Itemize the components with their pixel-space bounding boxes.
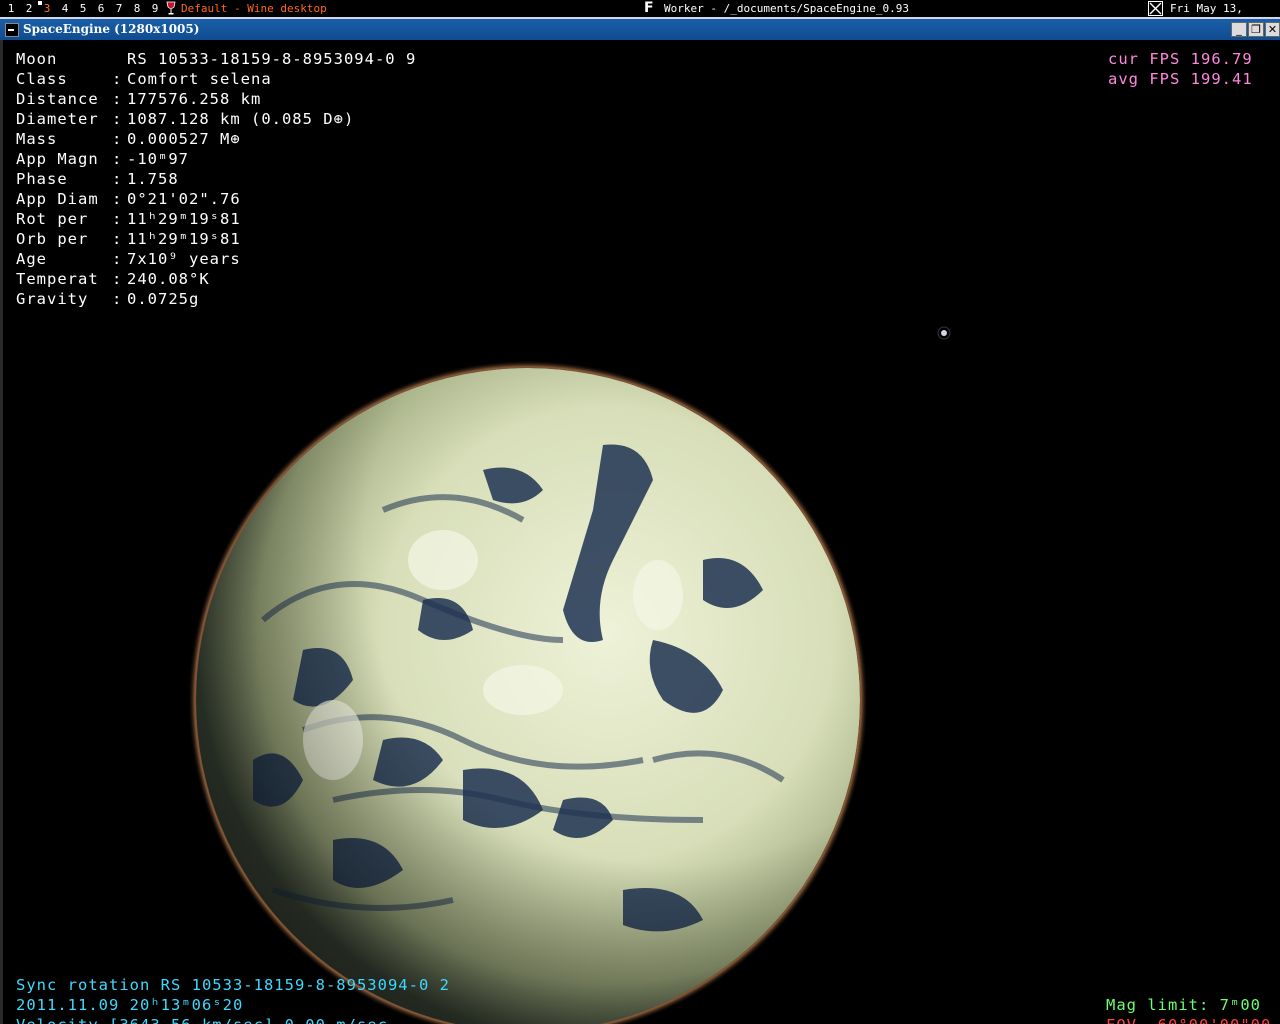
info-label: Class — [16, 70, 68, 88]
app-menu-icon[interactable] — [5, 23, 19, 37]
info-separator: : — [112, 230, 123, 248]
info-value: Comfort selena — [127, 70, 272, 88]
info-separator: : — [112, 190, 123, 208]
worker-task[interactable]: Worker - /_documents/SpaceEngine_0.93 — [664, 0, 909, 17]
info-separator: : — [112, 150, 123, 168]
info-row: Diameter:1087.128 km (0.085 D⊕) — [16, 109, 416, 129]
info-label: Moon — [16, 50, 58, 68]
info-separator: : — [112, 270, 123, 288]
view-settings-panel: Mag limit: 7ᵐ00 FOV 60°00'00"00 — [1106, 995, 1271, 1024]
workspace-7[interactable]: 7 — [110, 0, 128, 17]
wine-glass-icon[interactable] — [166, 1, 176, 16]
minimize-button[interactable]: _ — [1231, 22, 1247, 37]
velocity-readout: Velocity [3643.56 km/sec] 0.00 m/sec — [16, 1015, 450, 1024]
info-row: Distance:177576.258 km — [16, 89, 416, 109]
info-value: 0.000527 M⊕ — [127, 130, 241, 148]
info-label: Mass — [16, 130, 58, 148]
info-separator: : — [112, 250, 123, 268]
current-fps: cur FPS 196.79 — [1108, 50, 1253, 68]
close-button[interactable]: ✕ — [1265, 22, 1280, 37]
workspace-3[interactable]: 3 — [38, 0, 56, 17]
info-value: 11ʰ29ᵐ19ˢ81 — [127, 210, 241, 228]
info-value: 11ʰ29ᵐ19ˢ81 — [127, 230, 241, 248]
info-value: 0°21'02".76 — [127, 190, 241, 208]
info-label: Temperat — [16, 270, 99, 288]
moon-body[interactable] — [196, 368, 860, 1024]
info-value: 0.0725g — [127, 290, 200, 308]
info-label: App Diam — [16, 190, 99, 208]
info-label: Orb per — [16, 230, 89, 248]
object-info-panel: Moon RS 10533-18159-8-8953094-0 9 Class: Co… — [16, 49, 416, 309]
workspace-5[interactable]: 5 — [74, 0, 92, 17]
info-label: Age — [16, 250, 47, 268]
workspace-2[interactable]: 2 — [20, 0, 38, 17]
info-separator: : — [112, 110, 123, 128]
space-viewport[interactable]: Moon RS 10533-18159-8-8953094-0 9 Class: Co… — [0, 40, 1280, 1024]
workspace-9[interactable]: 9 — [146, 0, 164, 17]
info-label: Phase — [16, 170, 68, 188]
distant-star[interactable] — [941, 330, 947, 336]
info-value: 7x10⁹ years — [127, 250, 241, 268]
info-row: Age:7x10⁹ years — [16, 249, 416, 269]
info-separator: : — [112, 290, 123, 308]
workspace-6[interactable]: 6 — [92, 0, 110, 17]
info-row: Orb per:11ʰ29ᵐ19ˢ81 — [16, 229, 416, 249]
taskbar: 123456789 Default - Wine desktop F Worke… — [0, 0, 1280, 32]
sync-rotation-status: Sync rotation RS 10533-18159-8-8953094-0… — [16, 976, 450, 994]
window-title: SpaceEngine (1280x1005) — [23, 22, 200, 36]
info-label: Distance — [16, 90, 99, 108]
info-separator: : — [112, 70, 123, 88]
field-of-view: FOV 60°00'00"00 — [1106, 1015, 1271, 1024]
info-value: RS 10533-18159-8-8953094-0 9 — [127, 50, 417, 68]
info-row: Gravity:0.0725g — [16, 289, 416, 309]
status-panel: Sync rotation RS 10533-18159-8-8953094-0… — [16, 975, 450, 1024]
workspace-1[interactable]: 1 — [2, 0, 20, 17]
info-row: Phase:1.758 — [16, 169, 416, 189]
info-row: App Magn: -10ᵐ97 — [16, 149, 416, 169]
f-icon[interactable]: F — [644, 1, 658, 15]
simulation-datetime: 2011.11.09 20ʰ13ᵐ06ˢ20 — [16, 996, 244, 1014]
magnitude-limit: Mag limit: 7ᵐ00 — [1106, 996, 1261, 1014]
info-value: 1087.128 km (0.085 D⊕) — [127, 110, 355, 128]
workspace-switcher: 123456789 — [2, 0, 164, 17]
info-row: Temperat:240.08°K — [16, 269, 416, 289]
info-label: Gravity — [16, 290, 89, 308]
info-label: Rot per — [16, 210, 89, 228]
workspace-4[interactable]: 4 — [56, 0, 74, 17]
wine-desktop-task[interactable]: Default - Wine desktop — [181, 0, 327, 17]
fps-counter: cur FPS 196.79 avg FPS 199.41 — [1108, 49, 1253, 89]
info-row: App Diam:0°21'02".76 — [16, 189, 416, 209]
info-row: Moon RS 10533-18159-8-8953094-0 9 — [16, 49, 416, 69]
info-label: Diameter — [16, 110, 99, 128]
average-fps: avg FPS 199.41 — [1108, 70, 1253, 88]
info-separator: : — [112, 90, 123, 108]
info-row: Class: Comfort selena — [16, 69, 416, 89]
info-row: Mass:0.000527 M⊕ — [16, 129, 416, 149]
info-value: -10ᵐ97 — [127, 150, 189, 168]
info-separator: : — [112, 210, 123, 228]
info-value: 177576.258 km — [127, 90, 262, 108]
info-label: App Magn — [16, 150, 99, 168]
window-titlebar[interactable]: SpaceEngine (1280x1005) _ ❐ ✕ — [0, 17, 1280, 40]
workspace-8[interactable]: 8 — [128, 0, 146, 17]
maximize-button[interactable]: ❐ — [1248, 22, 1264, 37]
info-separator: : — [112, 170, 123, 188]
info-row: Rot per:11ʰ29ᵐ19ˢ81 — [16, 209, 416, 229]
info-separator: : — [112, 130, 123, 148]
x-icon[interactable] — [1148, 1, 1163, 16]
info-value: 1.758 — [127, 170, 179, 188]
info-value: 240.08°K — [127, 270, 210, 288]
